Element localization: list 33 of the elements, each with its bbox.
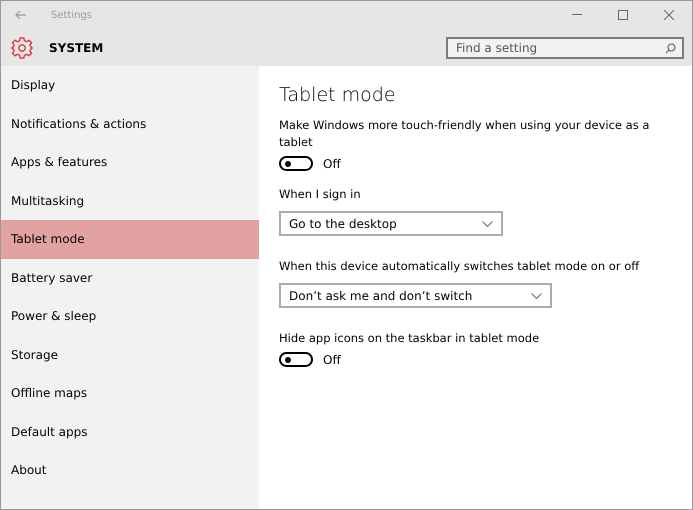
gear-icon: [11, 36, 33, 58]
sidebar-item[interactable]: Power & sleep: [1, 297, 259, 336]
dropdown[interactable]: Don’t ask me and don’t switch: [279, 283, 552, 308]
sidebar-item[interactable]: Notifications & actions: [1, 104, 259, 143]
search-field[interactable]: Find a setting: [446, 36, 684, 58]
sidebar-item[interactable]: Multitasking: [1, 182, 259, 220]
sidebar-item[interactable]: Tablet mode: [1, 220, 259, 258]
sidebar-item[interactable]: Display: [1, 66, 259, 104]
page-title: Tablet mode: [279, 84, 397, 106]
toggle-state: Off: [323, 156, 341, 170]
close-icon: [664, 10, 674, 20]
chevron-icon: [482, 220, 493, 226]
setting-label: When I sign in: [279, 186, 362, 203]
minimize-icon: [572, 14, 582, 16]
sidebar-item[interactable]: About: [1, 451, 259, 490]
setting-label: Make Windows more touch-friendly when using your device as a tablet: [279, 117, 650, 151]
toggle-state: Off: [323, 352, 341, 366]
toggle-switch[interactable]: [279, 352, 313, 367]
search-icon: [665, 42, 676, 54]
sidebar-item[interactable]: Apps & features: [1, 143, 259, 182]
window-title: Settings: [51, 10, 94, 20]
back-arrow-icon: [15, 10, 27, 20]
chevron-icon: [531, 292, 542, 298]
sidebar-item[interactable]: Battery saver: [1, 258, 259, 297]
sidebar-item[interactable]: Storage: [1, 336, 259, 374]
setting-label: When this device automatically switches tablet mode on or off: [279, 258, 640, 275]
section-title: SYSTEM: [49, 40, 104, 54]
dropdown[interactable]: Go to the desktop: [279, 211, 503, 236]
maximize-icon: [618, 10, 628, 20]
toggle-switch[interactable]: [279, 156, 313, 171]
setting-label: Hide app icons on the taskbar in tablet mode: [279, 330, 540, 347]
sidebar-item[interactable]: Default apps: [1, 412, 259, 451]
sidebar-item[interactable]: Offline maps: [1, 374, 259, 412]
